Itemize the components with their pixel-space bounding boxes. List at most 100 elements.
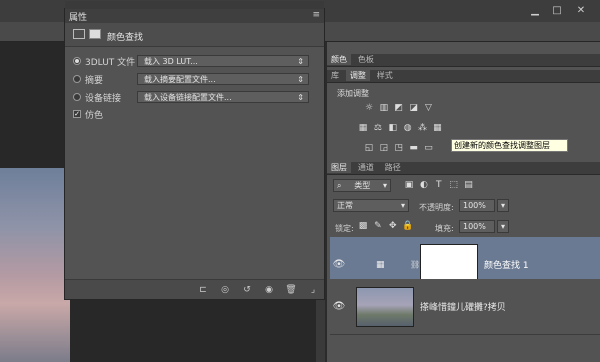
adjust-row-1: ☼ ▥ ◩ ◪ ▽: [363, 102, 435, 113]
threshold-icon[interactable]: ◳: [393, 142, 405, 153]
layer-filter-select[interactable]: ⌕ 类型 ▾: [333, 179, 391, 192]
levels-icon[interactable]: ▥: [378, 102, 390, 113]
brightness-icon[interactable]: ☼: [363, 102, 375, 113]
properties-panel: 属性 ≡ 颜色查找 3DLUT 文件 载入 3D LUT... ⇕ 摘要 载入摘要…: [64, 1, 325, 300]
layer-row[interactable]: 👁 搽峰惜鐘儿礶攤?拷贝: [330, 279, 600, 335]
close-icon[interactable]: ✕: [572, 2, 590, 18]
lock-icons: ▩ ✎ ✥ 🔒: [357, 220, 414, 231]
visibility-eye-icon[interactable]: ◉: [262, 284, 276, 296]
chevron-down-icon: ▾: [500, 222, 505, 231]
devicelink-radio[interactable]: [73, 93, 81, 101]
color-balance-icon[interactable]: ⚖: [372, 122, 384, 133]
view-previous-icon[interactable]: ◎: [218, 284, 232, 296]
tab-swatches[interactable]: 色板: [354, 54, 378, 65]
lock-position-icon[interactable]: ✥: [387, 220, 399, 231]
tab-adjustments[interactable]: 调整: [345, 70, 370, 81]
selective-color-icon[interactable]: ▭: [423, 142, 435, 153]
opacity-field[interactable]: 100%: [459, 199, 495, 212]
tab-libraries[interactable]: 库: [327, 70, 343, 81]
visibility-eye-icon[interactable]: 👁: [330, 259, 348, 270]
curves-icon[interactable]: ◩: [393, 102, 405, 113]
layer-name[interactable]: 颜色查找 1: [484, 258, 529, 271]
lock-all-icon[interactable]: 🔒: [402, 220, 414, 231]
layer-name[interactable]: 搽峰惜鐘儿礶攤?拷贝: [420, 300, 506, 313]
panel-grip[interactable]: [65, 1, 324, 9]
mask-icon[interactable]: [89, 29, 101, 39]
pixel-filter-icon[interactable]: ▣: [403, 179, 415, 190]
properties-subheader: 颜色查找: [65, 23, 324, 47]
dither-checkbox[interactable]: ✓: [73, 110, 81, 118]
blend-mode-select[interactable]: 正常 ▾: [333, 199, 409, 212]
abstract-row[interactable]: 摘要: [73, 72, 103, 86]
adjustment-layer-icon: ▦: [376, 259, 385, 270]
lut-dropdown-value: 载入 3D LUT...: [144, 56, 198, 66]
tab-paths[interactable]: 路径: [381, 162, 405, 173]
resize-grip-icon[interactable]: ⌟: [306, 284, 320, 296]
fill-dropdown[interactable]: ▾: [497, 220, 509, 233]
canvas-image: [0, 168, 70, 362]
photo-filter-icon[interactable]: ◍: [402, 122, 414, 133]
fill-label: 填充:: [435, 224, 454, 233]
dither-row[interactable]: ✓ 仿色: [73, 107, 103, 121]
tab-color[interactable]: 颜色: [327, 54, 351, 65]
devicelink-dropdown-value: 载入设备链接配置文件...: [144, 92, 232, 102]
lut-row[interactable]: 3DLUT 文件: [73, 54, 135, 68]
minimize-icon[interactable]: ▁: [526, 2, 544, 18]
layer-tabs: 图层 通道 路径: [327, 162, 600, 175]
filter-search-icon: ⌕: [337, 180, 342, 190]
lut-dropdown[interactable]: 载入 3D LUT... ⇕: [137, 55, 309, 67]
adjustment-filter-icon[interactable]: ◐: [418, 179, 430, 190]
maximize-icon[interactable]: □: [548, 2, 566, 18]
black-white-icon[interactable]: ◧: [387, 122, 399, 133]
adjust-row-3: ◱ ◲ ◳ ▬ ▭: [363, 142, 435, 153]
invert-icon[interactable]: ◱: [363, 142, 375, 153]
hue-saturation-icon[interactable]: ▦: [357, 122, 369, 133]
devicelink-dropdown[interactable]: 载入设备链接配置文件... ⇕: [137, 91, 309, 103]
smart-object-filter-icon[interactable]: ▤: [463, 179, 475, 190]
shape-filter-icon[interactable]: ⬚: [448, 179, 460, 190]
tab-channels[interactable]: 通道: [354, 162, 378, 173]
chevron-down-icon: ▾: [400, 201, 405, 210]
link-chain-icon[interactable]: ⛓: [410, 260, 420, 269]
channel-mixer-icon[interactable]: ⁂: [417, 122, 429, 133]
dither-label: 仿色: [85, 110, 104, 121]
opacity-dropdown[interactable]: ▾: [497, 199, 509, 212]
exposure-icon[interactable]: ◪: [408, 102, 420, 113]
visibility-eye-icon[interactable]: 👁: [330, 301, 348, 312]
clip-to-layer-icon[interactable]: ⊏: [196, 284, 210, 296]
reset-icon[interactable]: ↺: [240, 284, 254, 296]
adjust-heading: 添加调整: [337, 89, 369, 98]
filter-value: 类型: [354, 181, 371, 190]
color-tabs: 颜色 色板: [327, 54, 600, 67]
abstract-dropdown-value: 载入摘要配置文件...: [144, 74, 216, 84]
adjustment-grid-icon: [73, 29, 85, 39]
adjust-row-2: ▦ ⚖ ◧ ◍ ⁂ ▦: [357, 122, 443, 133]
blend-mode-value: 正常: [337, 201, 353, 210]
trash-icon[interactable]: 🗑: [284, 284, 298, 296]
abstract-dropdown[interactable]: 载入摘要配置文件... ⇕: [137, 73, 309, 85]
chevron-updown-icon: ⇕: [297, 74, 304, 84]
type-filter-icon[interactable]: T: [433, 179, 445, 190]
color-lookup-grid-icon[interactable]: ▦: [431, 122, 443, 133]
gradient-map-icon[interactable]: ▬: [408, 142, 420, 153]
devicelink-label: 设备链接: [85, 93, 122, 104]
properties-footer: ⊏ ◎ ↺ ◉ 🗑 ⌟: [65, 279, 324, 299]
lock-transparency-icon[interactable]: ▩: [357, 220, 369, 231]
fill-field[interactable]: 100%: [459, 220, 495, 233]
abstract-label: 摘要: [85, 75, 104, 86]
properties-header: 属性 ≡: [65, 9, 324, 23]
tab-styles[interactable]: 样式: [373, 70, 397, 81]
layer-thumbnail[interactable]: [356, 286, 414, 327]
devicelink-row[interactable]: 设备链接: [73, 90, 121, 104]
adjustment-name: 颜色查找: [107, 33, 144, 43]
posterize-icon[interactable]: ◲: [378, 142, 390, 153]
properties-title: 属性: [69, 12, 88, 23]
tab-layers[interactable]: 图层: [327, 162, 351, 173]
panel-menu-icon[interactable]: ≡: [312, 10, 320, 20]
lut-radio[interactable]: [73, 57, 81, 65]
lock-label: 锁定:: [335, 224, 354, 233]
chevron-down-icon: ▾: [500, 201, 505, 210]
lock-pixels-icon[interactable]: ✎: [372, 220, 384, 231]
vibrance-icon[interactable]: ▽: [423, 102, 435, 113]
abstract-radio[interactable]: [73, 75, 81, 83]
